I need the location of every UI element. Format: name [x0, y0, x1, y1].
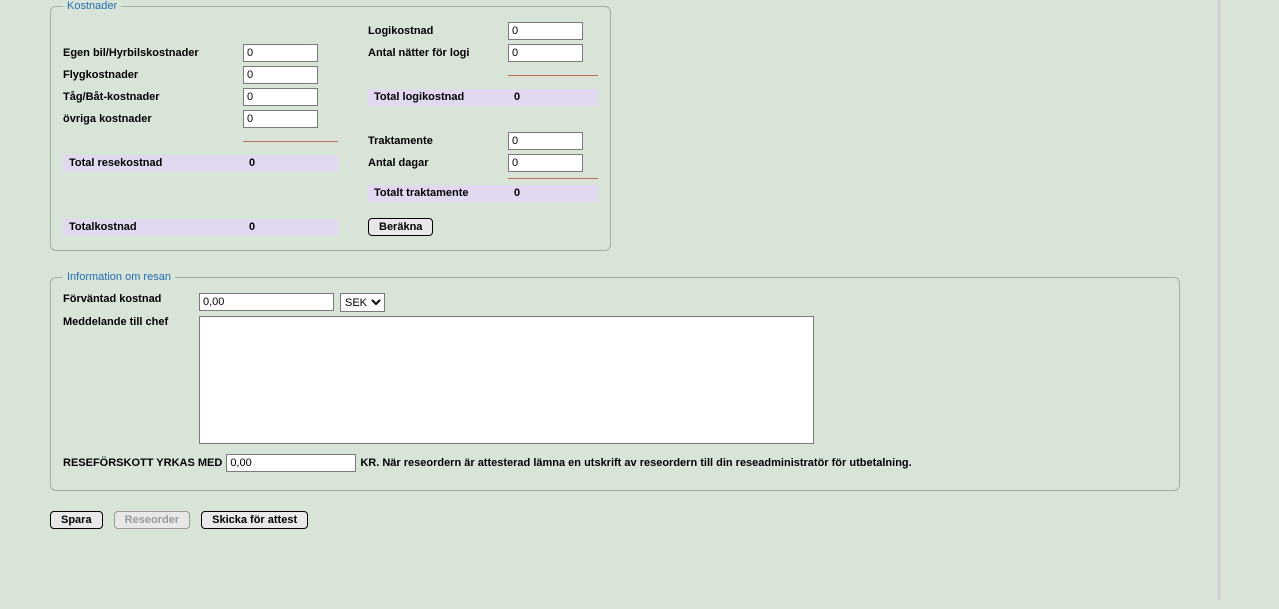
- separator: [508, 75, 598, 76]
- input-ovriga[interactable]: [243, 110, 318, 128]
- label-flyg: Flygkostnader: [63, 67, 243, 83]
- label-forvantad: Förväntad kostnad: [63, 293, 199, 305]
- separator: [508, 178, 598, 179]
- textarea-meddelande[interactable]: [199, 316, 814, 444]
- label-traktamente: Traktamente: [368, 133, 508, 149]
- label-total-rese: Total resekostnad: [63, 155, 243, 172]
- input-tag-bat[interactable]: [243, 88, 318, 106]
- button-bar: Spara Reseorder Skicka för attest: [50, 511, 1208, 529]
- spara-button[interactable]: Spara: [50, 511, 103, 529]
- information-fieldset: Information om resan Förväntad kostnad S…: [50, 271, 1180, 491]
- value-total-logi: 0: [508, 89, 598, 106]
- label-egen-bil: Egen bil/Hyrbilskostnader: [63, 45, 243, 61]
- berakna-button[interactable]: Beräkna: [368, 218, 433, 236]
- input-logikostnad[interactable]: [508, 22, 583, 40]
- input-antal-natter[interactable]: [508, 44, 583, 62]
- kostnader-legend: Kostnader: [63, 0, 121, 12]
- input-antal-dagar[interactable]: [508, 154, 583, 172]
- label-totalt-trakt: Totalt traktamente: [368, 185, 508, 202]
- skicka-button[interactable]: Skicka för attest: [201, 511, 308, 529]
- label-ovriga: övriga kostnader: [63, 111, 243, 127]
- label-reseforskott-suffix: KR. När reseordern är attesterad lämna e…: [360, 455, 911, 471]
- separator: [243, 141, 338, 142]
- label-tag-bat: Tåg/Båt-kostnader: [63, 89, 243, 105]
- label-total-logi: Total logikostnad: [368, 89, 508, 106]
- input-traktamente[interactable]: [508, 132, 583, 150]
- value-totalt-trakt: 0: [508, 185, 598, 202]
- label-logikostnad: Logikostnad: [368, 23, 508, 39]
- kostnader-fieldset: Kostnader Logikostnad Egen bil/Hyrbilsko…: [50, 0, 611, 251]
- label-totalkostnad: Totalkostnad: [63, 219, 243, 236]
- value-totalkostnad: 0: [243, 219, 338, 236]
- input-egen-bil[interactable]: [243, 44, 318, 62]
- input-reseforskott[interactable]: [226, 454, 356, 472]
- label-antal-natter: Antal nätter för logi: [368, 45, 508, 61]
- input-forvantad-kostnad[interactable]: [199, 293, 334, 311]
- reseorder-button: Reseorder: [114, 511, 190, 529]
- label-reseforskott-prefix: RESEFÖRSKOTT YRKAS MED: [63, 455, 222, 471]
- label-meddelande: Meddelande till chef: [63, 316, 199, 328]
- value-total-rese: 0: [243, 155, 338, 172]
- label-antal-dagar: Antal dagar: [368, 155, 508, 171]
- information-legend: Information om resan: [63, 271, 175, 283]
- select-currency[interactable]: SEK: [340, 293, 385, 312]
- input-flyg[interactable]: [243, 66, 318, 84]
